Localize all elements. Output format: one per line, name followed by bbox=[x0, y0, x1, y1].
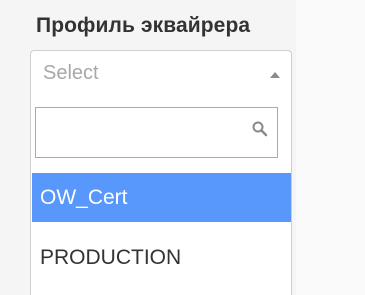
acquirer-profile-label: Профиль эквайрера bbox=[36, 14, 251, 37]
page: Профиль эквайрера Select OW_Cert PRODUCT… bbox=[0, 0, 365, 295]
background-panel bbox=[296, 0, 365, 295]
acquirer-profile-select[interactable]: Select bbox=[30, 50, 292, 97]
dropdown-search-input[interactable] bbox=[35, 107, 278, 158]
caret-up-icon bbox=[270, 72, 280, 78]
option-ow-cert[interactable]: OW_Cert bbox=[32, 173, 291, 222]
select-dropdown: OW_Cert PRODUCTION bbox=[30, 96, 292, 295]
select-placeholder: Select bbox=[43, 62, 99, 84]
search-icon bbox=[252, 121, 268, 137]
option-production[interactable]: PRODUCTION bbox=[32, 233, 291, 282]
